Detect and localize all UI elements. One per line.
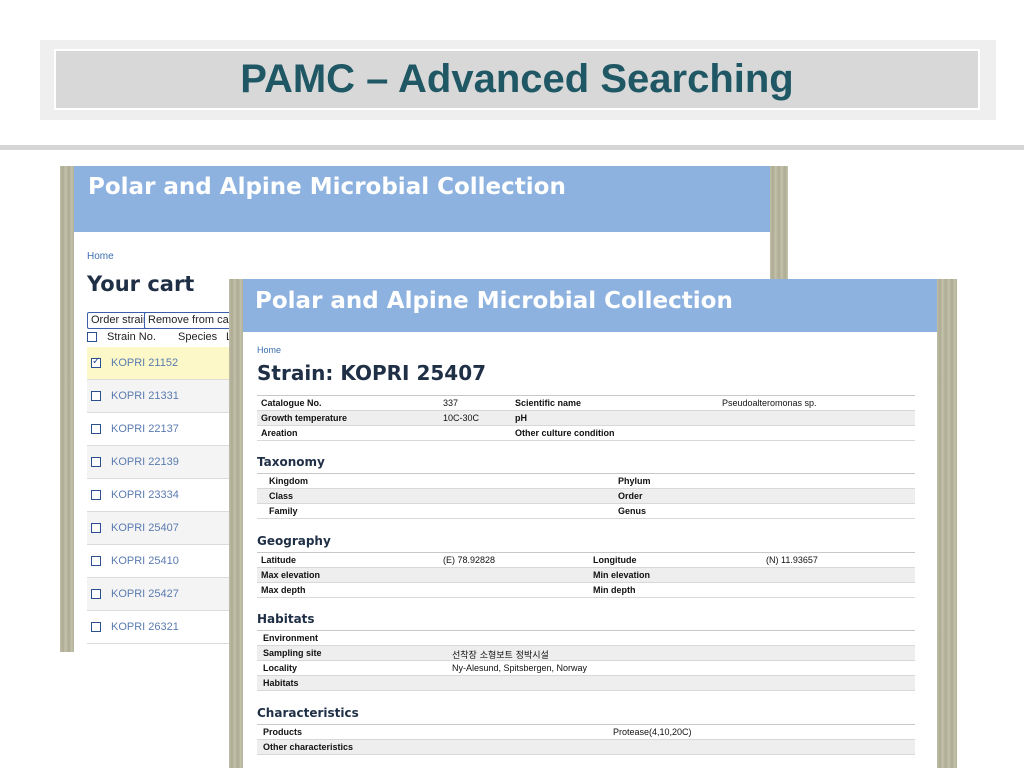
field-label: Scientific name (515, 398, 582, 408)
slide-title-box: PAMC – Advanced Searching (54, 49, 980, 110)
breadcrumb-home-link[interactable]: Home (257, 345, 281, 355)
section-title-habitats: Habitats (257, 612, 315, 626)
summary-table: Catalogue No. 337 Scientific name Pseudo… (257, 396, 915, 441)
table-row: Family Genus (257, 504, 915, 519)
site-title: Polar and Alpine Microbial Collection (255, 288, 733, 314)
column-strain-no: Strain No. (107, 331, 156, 343)
section-title-taxonomy: Taxonomy (257, 455, 325, 469)
strain-window: Polar and Alpine Microbial Collection Ho… (229, 279, 957, 768)
row-checkbox[interactable] (91, 622, 101, 632)
field-label: Other characteristics (263, 742, 354, 752)
table-row: Products Protease(4,10,20C) (257, 725, 915, 740)
row-checkbox[interactable] (91, 424, 101, 434)
column-species: Species (178, 331, 218, 343)
field-label: pH (515, 413, 527, 423)
table-row: Growth temperature 10C-30C pH (257, 411, 915, 426)
table-row: Catalogue No. 337 Scientific name Pseudo… (257, 396, 915, 411)
site-header: Polar and Alpine Microbial Collection (74, 166, 770, 232)
select-all-checkbox[interactable] (87, 332, 97, 342)
field-label: Sampling site (263, 648, 322, 658)
field-label: Min depth (593, 585, 636, 595)
window-frame-right (937, 279, 957, 768)
field-label: Class (269, 491, 294, 501)
field-value: 선착장 소형보트 정박시설 (452, 651, 549, 661)
strain-link[interactable]: KOPRI 21152 (111, 357, 178, 369)
window-frame-left (60, 166, 74, 652)
geography-table: Latitude (E) 78.92828 Longitude (N) 11.9… (257, 553, 915, 598)
page-title: Your cart (87, 272, 195, 296)
table-row: Other characteristics (257, 740, 915, 755)
row-checkbox[interactable] (91, 490, 101, 500)
strain-link[interactable]: KOPRI 23334 (111, 489, 179, 501)
breadcrumb-home-link[interactable]: Home (87, 251, 114, 262)
field-value: 10C-30C (443, 413, 480, 423)
taxonomy-table: Kingdom Phylum Class Order Family Genus (257, 474, 915, 519)
table-row: Max depth Min depth (257, 583, 915, 598)
field-label: Max depth (261, 585, 306, 595)
slide-title-band: PAMC – Advanced Searching (40, 40, 996, 120)
row-checkbox[interactable] (91, 457, 101, 467)
field-label: Growth temperature (261, 413, 348, 423)
field-label: Locality (263, 663, 298, 673)
field-label: Kingdom (269, 476, 308, 486)
remove-from-cart-button[interactable]: Remove from cart (144, 312, 240, 329)
characteristics-table: Products Protease(4,10,20C) Other charac… (257, 725, 915, 755)
site-title: Polar and Alpine Microbial Collection (88, 174, 566, 200)
field-label: Other culture condition (515, 428, 615, 438)
field-value: Ny-Alesund, Spitsbergen, Norway (452, 663, 588, 673)
field-value: Pseudoalteromonas sp. (722, 398, 817, 408)
strain-page: Polar and Alpine Microbial Collection Ho… (243, 279, 937, 768)
page-title: Strain: KOPRI 25407 (257, 361, 487, 385)
row-checkbox[interactable] (91, 523, 101, 533)
field-value: (N) 11.93657 (766, 555, 818, 565)
strain-link[interactable]: KOPRI 25427 (111, 588, 179, 600)
section-title-geography: Geography (257, 534, 331, 548)
field-label: Phylum (618, 476, 651, 486)
field-value: 337 (443, 398, 459, 408)
table-row: Areation Other culture condition (257, 426, 915, 441)
strain-link[interactable]: KOPRI 25410 (111, 555, 179, 567)
window-frame-left (229, 279, 243, 768)
field-label: Genus (618, 506, 647, 516)
site-header: Polar and Alpine Microbial Collection (243, 279, 937, 332)
strain-link[interactable]: KOPRI 22137 (111, 423, 179, 435)
table-row: Locality Ny-Alesund, Spitsbergen, Norway (257, 661, 915, 676)
field-label: Family (269, 506, 298, 516)
field-label: Habitats (263, 678, 299, 688)
field-label: Environment (263, 633, 319, 643)
title-divider (0, 145, 1024, 150)
row-checkbox[interactable] (91, 589, 101, 599)
strain-link[interactable]: KOPRI 21331 (111, 390, 179, 402)
slide-title: PAMC – Advanced Searching (240, 57, 794, 101)
section-title-characteristics: Characteristics (257, 706, 359, 720)
row-checkbox[interactable] (91, 556, 101, 566)
table-row: Environment (257, 631, 915, 646)
field-value: (E) 78.92828 (443, 555, 496, 565)
strain-link[interactable]: KOPRI 22139 (111, 456, 179, 468)
field-label: Min elevation (593, 570, 651, 580)
strain-link[interactable]: KOPRI 26321 (111, 621, 179, 633)
table-row: Habitats (257, 676, 915, 691)
row-checkbox[interactable] (91, 356, 101, 368)
table-row: Class Order (257, 489, 915, 504)
field-label: Max elevation (261, 570, 321, 580)
table-row: Max elevation Min elevation (257, 568, 915, 583)
strain-link[interactable]: KOPRI 25407 (111, 522, 179, 534)
field-value: Protease(4,10,20C) (613, 727, 692, 737)
field-label: Products (263, 727, 303, 737)
field-label: Order (618, 491, 643, 501)
row-checkbox[interactable] (91, 391, 101, 401)
field-label: Longitude (593, 555, 637, 565)
field-label: Latitude (261, 555, 296, 565)
habitats-table: Environment Sampling site 선착장 소형보트 정박시설 … (257, 631, 915, 691)
table-row: Latitude (E) 78.92828 Longitude (N) 11.9… (257, 553, 915, 568)
field-label: Catalogue No. (261, 398, 322, 408)
field-label: Areation (261, 428, 298, 438)
table-row: Sampling site 선착장 소형보트 정박시설 (257, 646, 915, 661)
table-row: Kingdom Phylum (257, 474, 915, 489)
